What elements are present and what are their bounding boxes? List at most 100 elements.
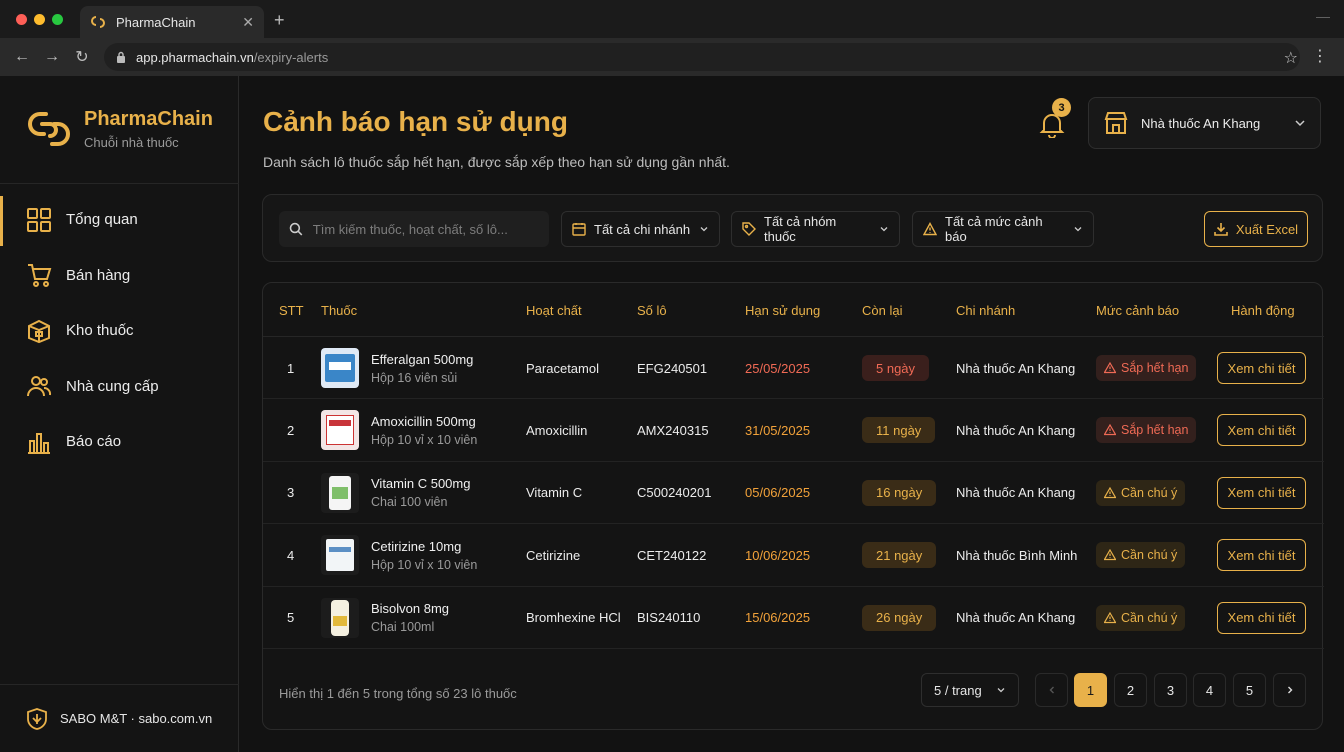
sidebar-item-sales[interactable]: Bán hàng (0, 248, 239, 304)
column-header[interactable]: Còn lại (862, 303, 902, 318)
calendar-icon (572, 223, 586, 236)
brand[interactable]: PharmaChain Chuỗi nhà thuốc (26, 106, 213, 152)
view-detail-button[interactable]: Xem chi tiết (1217, 352, 1306, 384)
page-title: Cảnh báo hạn sử dụng (263, 106, 568, 137)
address-bar-row: ← → ↻ app.pharmachain.vn/expiry-alerts (0, 38, 1344, 76)
browser-tab-strip: PharmaChain ✕ + — (0, 0, 1344, 38)
search-input[interactable] (312, 221, 539, 237)
remaining-days-badge: 5 ngày (862, 355, 930, 381)
page-size-select[interactable]: 5 / trang (921, 673, 1019, 707)
product-cell[interactable]: Cetirizine 10mg Hộp 10 vỉ x 10 viên (321, 524, 477, 586)
branch-name: Nhà thuốc Bình Minh (956, 547, 1078, 563)
product-cell[interactable]: Efferalgan 500mg Hộp 16 viên sủi (321, 337, 473, 399)
new-tab-icon[interactable]: + (274, 10, 285, 31)
browser-menu-icon[interactable]: ⋮ (1312, 46, 1328, 66)
back-icon[interactable]: ← (14, 48, 30, 66)
page-button-4[interactable]: 4 (1193, 673, 1226, 707)
warning-level-label: Sắp hết hạn (1121, 423, 1189, 438)
warning-level-badge: Cần chú ý (1096, 479, 1186, 506)
warning-icon (1104, 549, 1116, 561)
product-cell[interactable]: Bisolvon 8mg Chai 100ml (321, 587, 449, 649)
ingredient: Bromhexine HCl (526, 610, 621, 626)
tag-icon (742, 222, 756, 236)
column-header[interactable]: Chi nhánh (956, 303, 1015, 318)
level-filter-label: Tất cả mức cảnh báo (945, 214, 1043, 244)
group-filter-dropdown[interactable]: Tất cả nhóm thuốc (731, 211, 900, 247)
remaining-days-badge: 26 ngày (862, 604, 937, 631)
reload-icon[interactable]: ↻ (74, 47, 90, 67)
page-button-2[interactable]: 2 (1114, 673, 1147, 707)
download-icon (1214, 223, 1228, 236)
pagination-info: Hiển thị 1 đến 5 trong tổng số 23 lô thu… (279, 686, 517, 701)
page-button-1[interactable]: 1 (1074, 673, 1107, 707)
warning-level-badge: Sắp hết hạn (1096, 355, 1197, 381)
table-row: 1 Efferalgan 500mg Hộp 16 viên sủi Parace… (263, 337, 1324, 400)
bookmark-star-icon[interactable]: ☆ (1284, 48, 1298, 68)
table-header: STT Thuốc Hoạt chất Số lô Hạn sử dụng Cò… (263, 283, 1324, 337)
row-number: 4 (287, 547, 295, 563)
store-selector[interactable]: Nhà thuốc An Khang (1088, 97, 1321, 149)
chevron-down-icon (700, 227, 708, 232)
column-header[interactable]: Hạn sử dụng (745, 303, 820, 318)
sidebar-item-suppliers[interactable]: Nhà cung cấp (0, 359, 239, 415)
search-box[interactable] (279, 211, 549, 247)
minimize-window-button[interactable] (34, 14, 45, 25)
sidebar-item-overview[interactable]: Tổng quan (0, 192, 239, 248)
lot-number: BIS240110 (637, 610, 701, 626)
branch-name: Nhà thuốc An Khang (956, 360, 1076, 376)
chevron-right-icon (1287, 686, 1292, 694)
export-excel-button[interactable]: Xuất Excel (1204, 211, 1308, 247)
view-detail-button[interactable]: Xem chi tiết (1217, 476, 1306, 509)
lock-icon (117, 51, 125, 63)
prev-page-button[interactable] (1035, 673, 1068, 707)
close-window-button[interactable] (16, 14, 27, 25)
sidebar-item-label: Bán hàng (66, 266, 131, 284)
window-menu-icon[interactable]: — (1316, 8, 1330, 24)
column-header[interactable]: STT (279, 303, 304, 318)
warning-icon (923, 222, 937, 236)
product-image (321, 472, 359, 513)
row-number: 3 (287, 485, 295, 501)
sidebar-item-inventory[interactable]: Kho thuốc (0, 303, 239, 359)
browser-tab[interactable]: PharmaChain ✕ (80, 6, 264, 38)
column-header[interactable]: Mức cảnh báo (1096, 303, 1179, 318)
column-header[interactable]: Số lô (637, 303, 667, 318)
table-row: 4 Cetirizine 10mg Hộp 10 vỉ x 10 viên Cet… (263, 524, 1324, 587)
product-cell[interactable]: Vitamin C 500mg Chai 100 viên (321, 462, 470, 524)
branch-filter-dropdown[interactable]: Tất cả chi nhánh (561, 211, 720, 247)
row-number: 2 (287, 422, 295, 438)
product-pack: Chai 100ml (371, 620, 435, 635)
bar-chart-icon (28, 432, 50, 454)
brand-subtitle: Chuỗi nhà thuốc (84, 135, 179, 150)
warning-level-label: Cần chú ý (1121, 485, 1178, 500)
forward-icon[interactable]: → (44, 48, 60, 66)
sidebar-divider (0, 183, 239, 184)
page-button-5[interactable]: 5 (1233, 673, 1266, 707)
page-subtitle: Danh sách lô thuốc sắp hết hạn, được sắp… (263, 154, 730, 170)
level-filter-dropdown[interactable]: Tất cả mức cảnh báo (912, 211, 1094, 247)
branch-name: Nhà thuốc An Khang (956, 610, 1076, 626)
column-header[interactable]: Hoạt chất (526, 303, 582, 318)
view-detail-button[interactable]: Xem chi tiết (1217, 539, 1306, 572)
store-name: Nhà thuốc An Khang (1141, 115, 1261, 131)
expiry-date: 31/05/2025 (745, 422, 811, 438)
grid-icon (27, 207, 51, 232)
page-button-3[interactable]: 3 (1154, 673, 1187, 707)
warning-icon (1104, 424, 1116, 436)
url-field[interactable]: app.pharmachain.vn/expiry-alerts (104, 43, 1300, 71)
column-header[interactable]: Hành động (1231, 303, 1295, 318)
product-cell[interactable]: Amoxicillin 500mg Hộp 10 vỉ x 10 viên (321, 399, 477, 461)
expiry-table: STT Thuốc Hoạt chất Số lô Hạn sử dụng Cò… (262, 282, 1324, 730)
column-header[interactable]: Thuốc (321, 303, 357, 318)
next-page-button[interactable] (1273, 673, 1306, 707)
product-image (321, 410, 359, 451)
warning-level-badge: Sắp hết hạn (1096, 417, 1197, 444)
tab-close-icon[interactable]: ✕ (242, 14, 254, 31)
maximize-window-button[interactable] (52, 14, 63, 25)
sidebar-item-reports[interactable]: Báo cáo (0, 414, 239, 470)
chevron-left-icon (1049, 686, 1054, 694)
view-detail-button[interactable]: Xem chi tiết (1217, 601, 1306, 634)
view-detail-button[interactable]: Xem chi tiết (1217, 414, 1306, 447)
search-icon (289, 222, 303, 236)
warning-icon (1104, 486, 1116, 498)
